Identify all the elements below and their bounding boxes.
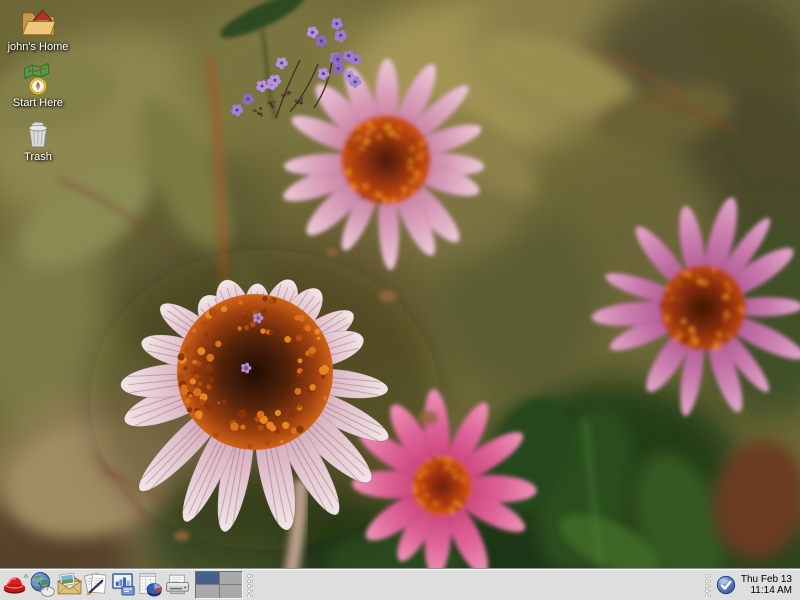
update-check-icon xyxy=(715,574,737,596)
workspace-pager[interactable] xyxy=(195,571,243,599)
desktop-icon-johns-home[interactable]: john's Home xyxy=(8,4,69,53)
email-launcher[interactable] xyxy=(56,571,83,599)
workspace-1[interactable] xyxy=(196,572,219,585)
clock-applet[interactable]: Thu Feb 13 11:14 AM xyxy=(738,574,798,596)
desktop-icon-column: john's Home Start Here xyxy=(2,4,74,163)
desktop-icon-label: Start Here xyxy=(13,97,63,109)
clock-date: Thu Feb 13 xyxy=(741,574,792,585)
wallpaper-coneflowers xyxy=(0,0,800,600)
web-browser-launcher[interactable] xyxy=(29,571,56,599)
bottom-panel: Thu Feb 13 11:14 AM xyxy=(0,568,800,600)
documents-pen-icon xyxy=(83,571,110,598)
clock-time: 11:14 AM xyxy=(750,585,792,596)
screen-barchart-icon xyxy=(110,571,137,598)
envelope-photo-icon xyxy=(56,571,83,598)
desktop-icon-start-here[interactable]: Start Here xyxy=(13,62,63,109)
main-menu-button[interactable] xyxy=(2,571,29,599)
printer-launcher[interactable] xyxy=(164,571,191,599)
panel-drag-handle-right[interactable] xyxy=(704,573,711,597)
desktop-icon-label: john's Home xyxy=(8,41,69,53)
red-hat-icon xyxy=(2,571,29,598)
desktop-icon-trash[interactable]: Trash xyxy=(22,118,54,163)
update-notifier-button[interactable] xyxy=(714,573,738,597)
globe-mouse-icon xyxy=(29,571,56,598)
trash-can-icon xyxy=(22,118,54,150)
desktop: john's Home Start Here xyxy=(0,0,800,600)
sheet-piechart-icon xyxy=(137,571,164,598)
desktop-icon-label: Trash xyxy=(24,151,52,163)
workspace-3[interactable] xyxy=(196,585,219,598)
home-folder-icon xyxy=(19,4,57,40)
word-processor-launcher[interactable] xyxy=(83,571,110,599)
printer-icon xyxy=(164,571,191,598)
start-here-compass-icon xyxy=(21,62,55,96)
workspace-2[interactable] xyxy=(220,572,243,585)
panel-drag-handle-left[interactable] xyxy=(246,573,253,597)
spreadsheet-launcher[interactable] xyxy=(137,571,164,599)
window-list-area xyxy=(256,569,701,600)
presentation-launcher[interactable] xyxy=(110,571,137,599)
workspace-4[interactable] xyxy=(220,585,243,598)
